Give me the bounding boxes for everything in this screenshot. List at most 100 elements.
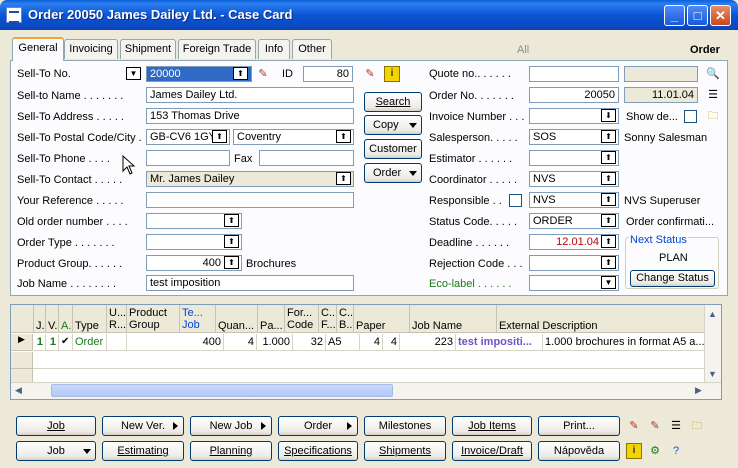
- info-icon[interactable]: i: [626, 443, 642, 459]
- row-selector[interactable]: ▶: [11, 334, 33, 351]
- tab-all[interactable]: All: [517, 44, 529, 56]
- minimize-button[interactable]: _: [664, 5, 685, 26]
- help-icon[interactable]: ?: [668, 443, 684, 459]
- customer-button[interactable]: Customer: [364, 139, 422, 159]
- quote-no-field[interactable]: [529, 66, 619, 82]
- col-header-pages[interactable]: Pa...: [258, 305, 285, 333]
- sell-to-address-field[interactable]: 153 Thomas Drive: [146, 108, 354, 124]
- grid-cell-v[interactable]: 1: [46, 334, 59, 351]
- col-header-external-description[interactable]: External Description: [497, 305, 709, 333]
- estimator-lookup[interactable]: ⬆: [601, 151, 616, 164]
- col-header-cb[interactable]: C... B...: [337, 305, 354, 333]
- list-icon[interactable]: ☰: [705, 87, 721, 103]
- eco-label-dropdown[interactable]: ▼: [601, 276, 616, 289]
- tab-shipment[interactable]: Shipment: [120, 39, 176, 59]
- estimating-button[interactable]: Estimating: [102, 441, 184, 461]
- grid-cell-quantity[interactable]: 1.000: [257, 334, 293, 351]
- job-name-field[interactable]: test imposition: [146, 275, 354, 291]
- grid-cell-pages[interactable]: 32: [293, 334, 326, 351]
- responsible-lookup[interactable]: ⬆: [601, 193, 616, 206]
- job-lines-grid[interactable]: J... V... A... Type U... R... Product Gr…: [10, 304, 722, 400]
- salesperson-lookup[interactable]: ⬆: [601, 130, 616, 143]
- old-order-lookup[interactable]: ⬆: [224, 214, 239, 227]
- col-header-ur[interactable]: U... R...: [107, 305, 127, 333]
- row-selector[interactable]: [11, 352, 33, 369]
- order-type-lookup[interactable]: ⬆: [224, 235, 239, 248]
- tab-foreign-trade[interactable]: Foreign Trade: [178, 39, 256, 59]
- new-version-button[interactable]: New Ver.: [102, 416, 184, 436]
- postal-code-lookup[interactable]: ⬆: [212, 130, 227, 143]
- job-button[interactable]: Job: [16, 416, 96, 436]
- grid-cell-job-name[interactable]: test impositi...: [456, 334, 543, 351]
- scroll-up-icon[interactable]: ▲: [708, 309, 717, 319]
- pencil-icon[interactable]: ✎: [647, 418, 663, 434]
- shipments-button[interactable]: Shipments: [364, 441, 446, 461]
- coordinator-lookup[interactable]: ⬆: [601, 172, 616, 185]
- empty-row[interactable]: [11, 352, 721, 369]
- change-status-button[interactable]: Change Status: [630, 270, 715, 287]
- close-button[interactable]: ✕: [710, 5, 731, 26]
- col-header-v[interactable]: V...: [46, 305, 59, 333]
- edit-icon[interactable]: ✎: [362, 66, 378, 82]
- order-submenu-button[interactable]: Order: [278, 416, 358, 436]
- new-job-button[interactable]: New Job: [190, 416, 272, 436]
- responsible-checkbox[interactable]: [509, 194, 522, 207]
- sell-to-name-field[interactable]: James Dailey Ltd.: [146, 87, 354, 103]
- col-header-paper[interactable]: Paper: [354, 305, 410, 333]
- print-button[interactable]: Print...: [538, 416, 620, 436]
- col-header-product-group[interactable]: Product Group: [127, 305, 180, 333]
- copy-button[interactable]: Copy: [364, 115, 422, 135]
- grid-cell-ur[interactable]: [107, 334, 127, 351]
- grid-cell-cf[interactable]: 4: [360, 334, 383, 351]
- horizontal-scrollbar[interactable]: ◀ ▶: [11, 382, 721, 399]
- contact-lookup[interactable]: ⬆: [336, 172, 351, 185]
- reference-field[interactable]: [146, 192, 354, 208]
- grid-cell-paper[interactable]: 223: [400, 334, 456, 351]
- grid-cell-product-group[interactable]: 400: [127, 334, 224, 351]
- col-header-type[interactable]: Type: [73, 305, 107, 333]
- grid-cell-a-checkmark[interactable]: ✔: [59, 334, 73, 351]
- col-header-cf[interactable]: C... F...: [319, 305, 337, 333]
- city-lookup[interactable]: ⬆: [336, 130, 351, 143]
- show-details-checkbox[interactable]: [684, 110, 697, 123]
- col-header-job-name[interactable]: Job Name: [410, 305, 497, 333]
- tab-info[interactable]: Info: [258, 39, 290, 59]
- pencil-icon[interactable]: ✎: [626, 418, 642, 434]
- id-field[interactable]: 80: [303, 66, 353, 82]
- order-no-field[interactable]: 20050: [529, 87, 619, 103]
- specifications-button[interactable]: Specifications: [278, 441, 358, 461]
- tab-other[interactable]: Other: [292, 39, 332, 59]
- folder-icon[interactable]: 🗀: [705, 108, 721, 124]
- list-icon[interactable]: ☰: [668, 418, 684, 434]
- invoice-no-lookup[interactable]: ⬇: [601, 109, 616, 122]
- grid-cell-te-job[interactable]: 4: [224, 334, 257, 351]
- milestones-button[interactable]: Milestones: [364, 416, 446, 436]
- help-button[interactable]: Nápověda: [538, 441, 620, 461]
- scroll-down-icon[interactable]: ▼: [708, 369, 717, 379]
- rejection-lookup[interactable]: ⬆: [601, 256, 616, 269]
- grid-cell-cb[interactable]: 4: [383, 334, 400, 351]
- settings-icon[interactable]: ⚙: [647, 443, 663, 459]
- col-header-te-job[interactable]: Te... Job: [180, 305, 216, 333]
- grid-cell-format-code[interactable]: A5: [326, 334, 360, 351]
- col-header-format-code[interactable]: For... Code: [285, 305, 319, 333]
- fax-field[interactable]: [259, 150, 354, 166]
- deadline-lookup[interactable]: ⬆: [601, 235, 616, 248]
- search-button[interactable]: Search: [364, 92, 422, 112]
- invoice-draft-button[interactable]: Invoice/Draft: [452, 441, 532, 461]
- phone-field[interactable]: [146, 150, 230, 166]
- sell-to-no-dropdown[interactable]: ▼: [126, 67, 141, 80]
- folder-icon[interactable]: 🗀: [689, 418, 705, 434]
- contact-field[interactable]: Mr. James Dailey: [146, 171, 354, 187]
- tab-invoicing[interactable]: Invoicing: [64, 39, 118, 59]
- grid-cell-j[interactable]: 1: [34, 334, 46, 351]
- status-code-lookup[interactable]: ⬆: [601, 214, 616, 227]
- job-items-button[interactable]: Job Items: [452, 416, 532, 436]
- pencil-icon[interactable]: ✎: [255, 66, 271, 82]
- sell-to-no-lookup[interactable]: ⬆: [233, 67, 248, 80]
- planning-button[interactable]: Planning: [190, 441, 272, 461]
- col-header-quantity[interactable]: Quan...: [216, 305, 258, 333]
- job-menu-button[interactable]: Job: [16, 441, 96, 461]
- col-header-j[interactable]: J...: [34, 305, 46, 333]
- col-header-a[interactable]: A...: [59, 305, 73, 333]
